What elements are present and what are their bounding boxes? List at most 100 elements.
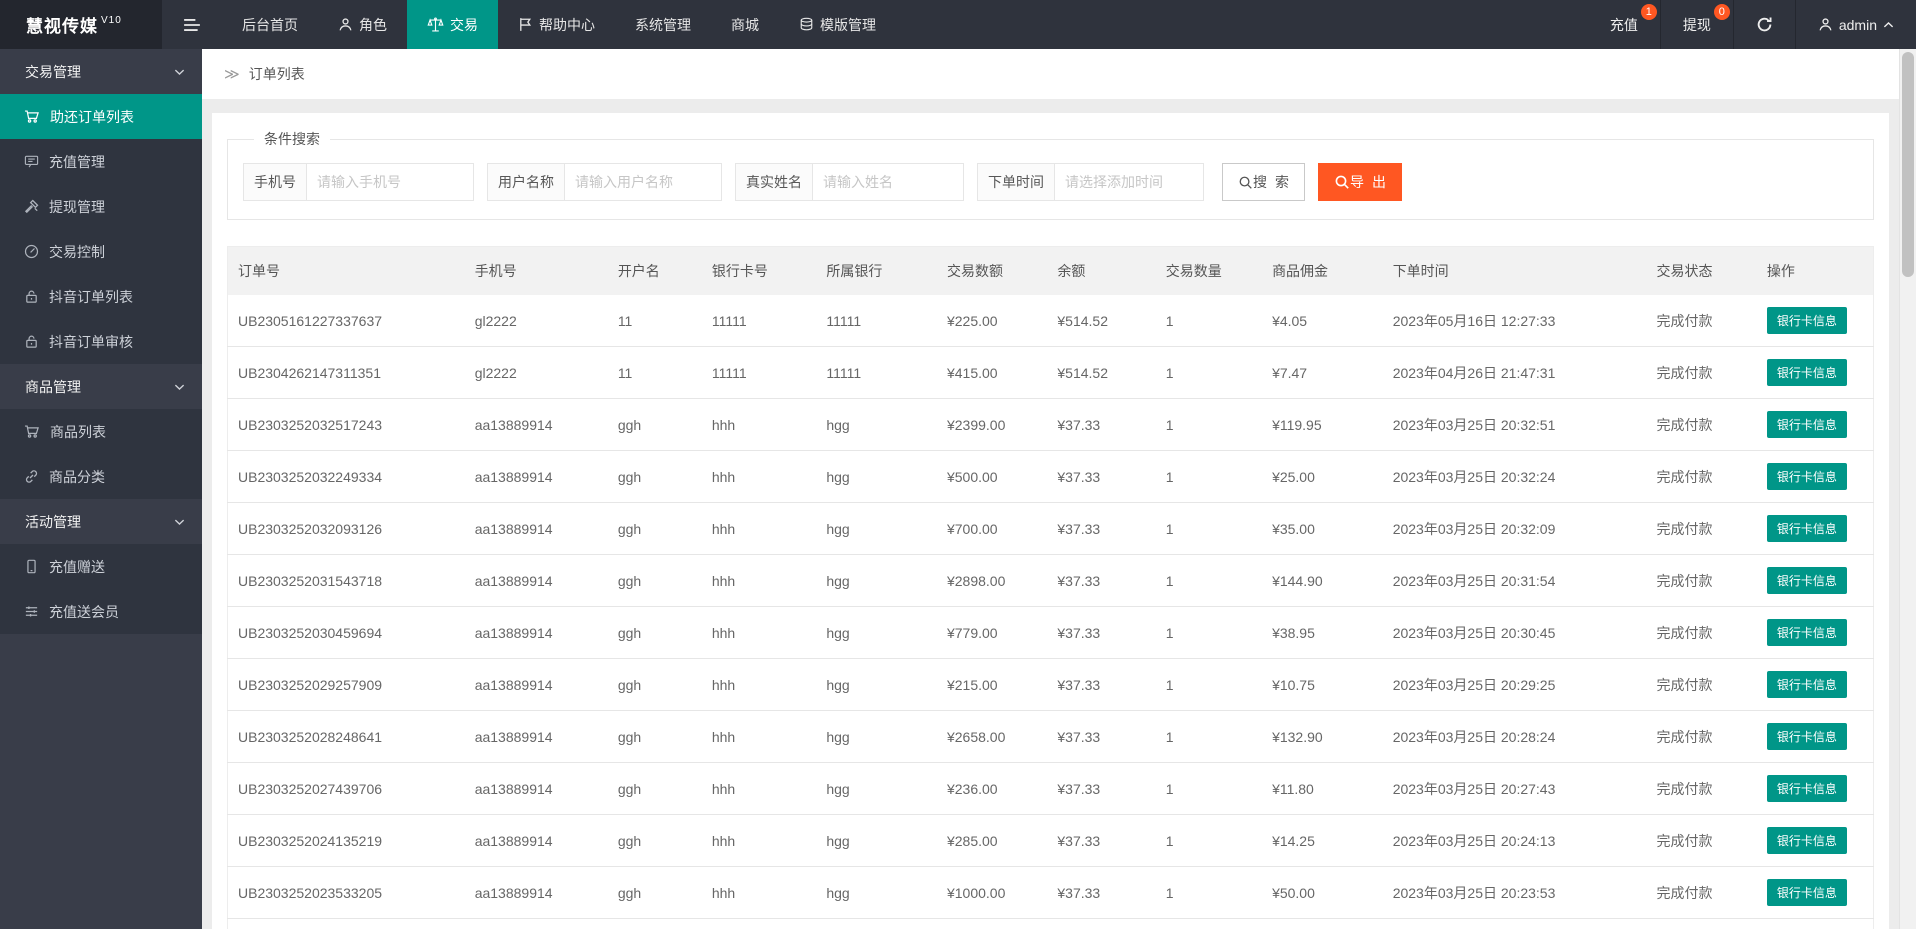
sidebar-item[interactable]: 商品列表 [0, 409, 202, 454]
cell-status: 完成付款 [1646, 295, 1756, 347]
search-button-label: 搜索 [1253, 172, 1297, 192]
top-bar: 慧视传媒V10 后台首页角色交易帮助中心系统管理商城模版管理 充值 1 提现 0 [0, 0, 1916, 49]
sidebar-group-title-1[interactable]: 交易管理 [0, 49, 202, 94]
nav-item-5[interactable]: 系统管理 [615, 0, 711, 49]
field-input-2[interactable] [564, 163, 722, 201]
field-input-1[interactable] [306, 163, 474, 201]
nav-item-label: 交易 [450, 15, 478, 35]
cell-quantity: 1 [1156, 347, 1262, 399]
cell-order-no: UB2305161227337637 [228, 295, 465, 347]
cell-commission: ¥50.00 [1262, 867, 1383, 919]
sidebar-item[interactable]: 提现管理 [0, 184, 202, 229]
nav-item-2[interactable]: 角色 [318, 0, 407, 49]
refresh-button[interactable] [1733, 0, 1795, 49]
search-field-4: 下单时间 [977, 163, 1204, 201]
bank-card-info-button[interactable]: 银行卡信息 [1767, 723, 1847, 750]
sidebar-item[interactable]: 充值送会员 [0, 589, 202, 634]
bank-card-info-button[interactable]: 银行卡信息 [1767, 307, 1847, 334]
cell-action: 银行卡信息 [1757, 607, 1874, 659]
cell-quantity: 1 [1156, 503, 1262, 555]
nav-item-1[interactable]: 后台首页 [222, 0, 318, 49]
cell-amount: ¥2898.00 [937, 555, 1047, 607]
flag-icon [518, 17, 533, 32]
cell-quantity: 1 [1156, 763, 1262, 815]
cell-amount: ¥1000.00 [937, 867, 1047, 919]
search-field-3: 真实姓名 [735, 163, 964, 201]
cell-account-name: 11 [608, 347, 702, 399]
nav-item-4[interactable]: 帮助中心 [498, 0, 615, 49]
cell-quantity: 1 [1156, 711, 1262, 763]
bank-card-info-button[interactable]: 银行卡信息 [1767, 515, 1847, 542]
sidebar-item-label: 交易控制 [49, 242, 105, 262]
sidebar-item[interactable]: 助还订单列表 [0, 94, 202, 139]
vertical-scrollbar[interactable] [1899, 49, 1916, 929]
nav-item-3[interactable]: 交易 [407, 0, 498, 49]
withdraw-button[interactable]: 提现 0 [1660, 0, 1733, 49]
field-input-3[interactable] [812, 163, 964, 201]
sidebar-item[interactable]: 充值管理 [0, 139, 202, 184]
cell-card-no: 11111 [702, 347, 817, 399]
bank-card-info-button[interactable]: 银行卡信息 [1767, 463, 1847, 490]
sidebar-item-label: 充值送会员 [49, 602, 119, 622]
hamburger-button[interactable] [162, 0, 222, 49]
user-menu[interactable]: admin [1795, 0, 1916, 49]
cell-bank: hgg [816, 711, 937, 763]
cell-amount: ¥779.00 [937, 607, 1047, 659]
cell-account-name: ggh [608, 607, 702, 659]
sidebar-item[interactable]: 商品分类 [0, 454, 202, 499]
cell-bank: hgg [816, 555, 937, 607]
cell-balance: ¥514.52 [1047, 347, 1155, 399]
sidebar-item[interactable]: 抖音订单列表 [0, 274, 202, 319]
cell-order-time: 2023年05月16日 12:27:33 [1383, 295, 1647, 347]
bank-card-info-button[interactable]: 银行卡信息 [1767, 671, 1847, 698]
cell-order-time: 2023年03月25日 20:32:51 [1383, 399, 1647, 451]
cell-status: 完成付款 [1646, 711, 1756, 763]
cell-bank: 11111 [816, 347, 937, 399]
cell-order-no: UB2304262147311351 [228, 347, 465, 399]
cell-action: 银行卡信息 [1757, 399, 1874, 451]
sidebar-group-title-2[interactable]: 商品管理 [0, 364, 202, 409]
user-icon [338, 17, 353, 32]
cell-order-no: UB2303252030459694 [228, 607, 465, 659]
bank-card-info-button[interactable]: 银行卡信息 [1767, 619, 1847, 646]
bank-card-info-button[interactable]: 银行卡信息 [1767, 411, 1847, 438]
table-row: UB2303252023533205aa13889914gghhhhhgg¥10… [228, 867, 1874, 919]
recharge-badge: 1 [1641, 4, 1657, 20]
cell-phone: aa13889914 [465, 503, 608, 555]
sidebar-item[interactable]: 交易控制 [0, 229, 202, 274]
bank-card-info-button[interactable]: 银行卡信息 [1767, 827, 1847, 854]
nav-item-6[interactable]: 商城 [711, 0, 779, 49]
bank-card-info-button[interactable]: 银行卡信息 [1767, 775, 1847, 802]
sidebar-item[interactable]: 充值赠送 [0, 544, 202, 589]
cell-order-time: 2023年03月25日 20:21:58 [1383, 919, 1647, 929]
recharge-button[interactable]: 充值 1 [1588, 0, 1660, 49]
chevron-down-icon [174, 68, 185, 76]
cell-amount: ¥700.00 [937, 503, 1047, 555]
bank-card-info-button[interactable]: 银行卡信息 [1767, 359, 1847, 386]
refresh-icon [1756, 16, 1773, 33]
sidebar-item[interactable]: 抖音订单审核 [0, 319, 202, 364]
cell-quantity: 1 [1156, 451, 1262, 503]
cell-card-no: hhh [702, 555, 817, 607]
cell-balance: ¥37.33 [1047, 763, 1155, 815]
column-header-balance: 余额 [1047, 247, 1155, 296]
cell-order-time: 2023年03月25日 20:32:09 [1383, 503, 1647, 555]
search-panel-legend: 条件搜索 [254, 129, 330, 149]
chevron-down-icon [174, 518, 185, 526]
cell-balance: ¥41.53 [1047, 919, 1155, 929]
column-header-order-no: 订单号 [228, 247, 465, 296]
field-input-4[interactable] [1054, 163, 1204, 201]
sidebar-group-title-3[interactable]: 活动管理 [0, 499, 202, 544]
cell-card-no: hhh [702, 659, 817, 711]
cell-balance: ¥37.33 [1047, 867, 1155, 919]
cell-account-name: ggh [608, 555, 702, 607]
search-button[interactable]: 搜索 [1222, 163, 1305, 201]
bank-card-info-button[interactable]: 银行卡信息 [1767, 567, 1847, 594]
bank-card-info-button[interactable]: 银行卡信息 [1767, 879, 1847, 906]
cell-order-time: 2023年03月25日 20:27:43 [1383, 763, 1647, 815]
export-button[interactable]: 导出 [1318, 163, 1402, 201]
scrollbar-thumb[interactable] [1902, 52, 1914, 277]
nav-item-7[interactable]: 模版管理 [779, 0, 896, 49]
cell-balance: ¥37.33 [1047, 607, 1155, 659]
cell-action: 银行卡信息 [1757, 347, 1874, 399]
